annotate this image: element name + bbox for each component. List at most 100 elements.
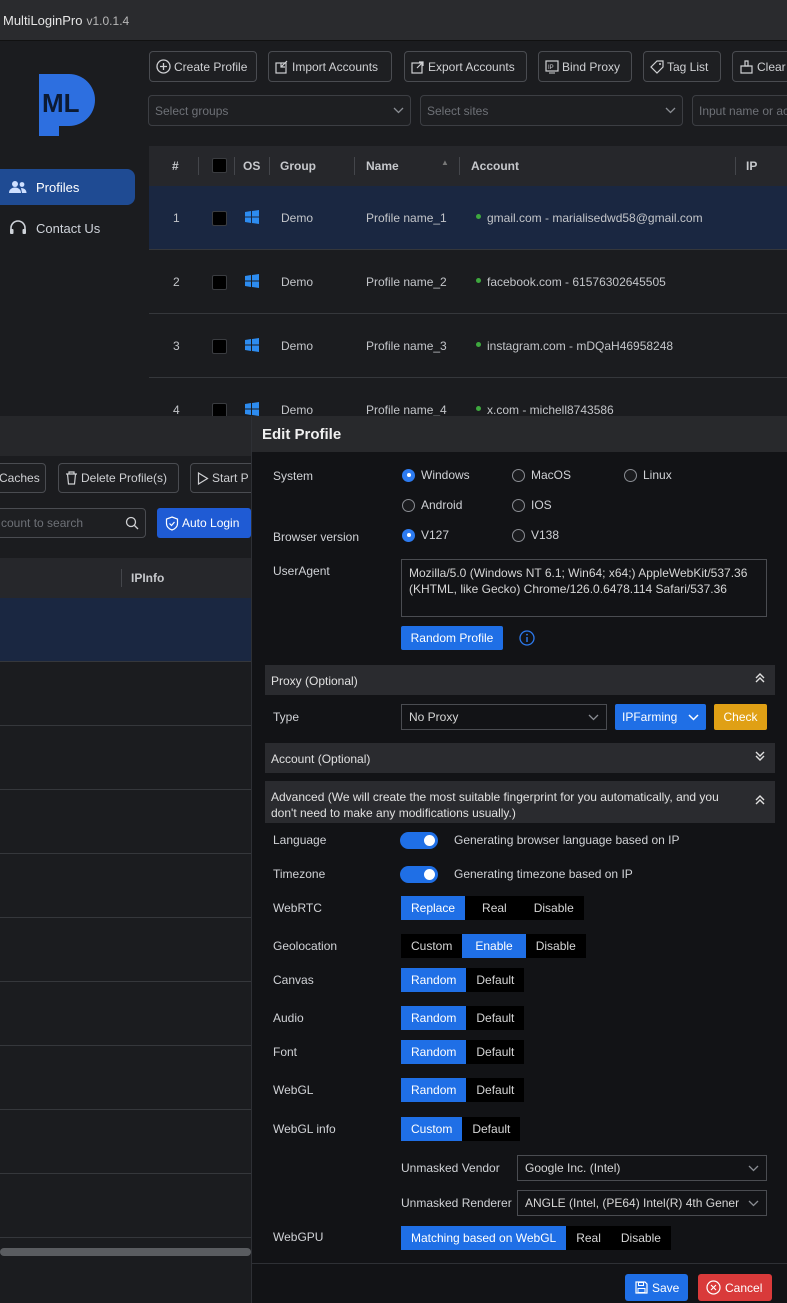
table-row[interactable]: 4 Demo Profile name_4 x.com - michell874…	[149, 378, 787, 416]
clear-button[interactable]: Clear	[732, 51, 787, 82]
cancel-button[interactable]: Cancel	[698, 1274, 772, 1301]
account-section-header[interactable]: Account (Optional)	[265, 743, 775, 773]
table-row[interactable]	[0, 598, 251, 662]
canvas-option-default[interactable]: Default	[466, 968, 525, 992]
webgl-option-default[interactable]: Default	[466, 1078, 525, 1102]
geolocation-option-custom[interactable]: Custom	[401, 934, 463, 958]
language-toggle[interactable]	[400, 832, 438, 849]
table-row[interactable]	[0, 726, 251, 790]
unmasked-renderer-select[interactable]: ANGLE (Intel, (PE64) Intel(R) 4th Gener	[517, 1190, 767, 1216]
webgl-info-option-custom[interactable]: Custom	[401, 1117, 463, 1141]
header-name[interactable]: Name	[366, 159, 399, 173]
windows-icon	[245, 210, 259, 224]
webrtc-segmented: Replace Real Disable	[401, 896, 584, 920]
table-row[interactable]	[0, 1110, 251, 1174]
sort-icon[interactable]: ▲	[441, 158, 449, 167]
row-checkbox[interactable]	[212, 275, 227, 290]
row-checkbox[interactable]	[212, 211, 227, 226]
table-row[interactable]: 1 Demo Profile name_1 gmail.com - marial…	[149, 186, 787, 250]
row-checkbox[interactable]	[212, 339, 227, 354]
browser-radio-v127[interactable]: V127	[402, 528, 449, 542]
advanced-section-title: Advanced (We will create the most suitab…	[271, 790, 719, 820]
chevron-down-icon	[665, 107, 676, 114]
account-search-input[interactable]: count to search	[0, 508, 146, 538]
row-name: Profile name_4	[366, 403, 447, 416]
geolocation-option-disable[interactable]: Disable	[525, 934, 586, 958]
name-search-input[interactable]: Input name or ac	[692, 95, 787, 126]
webgpu-option-matching[interactable]: Matching based on WebGL	[401, 1226, 567, 1250]
advanced-section-header[interactable]: Advanced (We will create the most suitab…	[265, 781, 775, 823]
webgl-segmented: Random Default	[401, 1078, 525, 1102]
table-row[interactable]	[0, 918, 251, 982]
table-row[interactable]	[0, 982, 251, 1046]
edit-profile-dialog: Edit Profile System Windows MacOS Linux …	[251, 416, 787, 1303]
play-icon	[197, 471, 209, 485]
tag-list-button[interactable]: Tag List	[643, 51, 721, 82]
webgl-label: WebGL	[273, 1083, 314, 1097]
audio-option-default[interactable]: Default	[466, 1006, 525, 1030]
geolocation-option-enable[interactable]: Enable	[462, 934, 526, 958]
webrtc-option-disable[interactable]: Disable	[523, 896, 584, 920]
font-option-default[interactable]: Default	[466, 1040, 525, 1064]
table-row[interactable]	[0, 1174, 251, 1238]
radio-dot	[512, 498, 525, 512]
os-radio-ios[interactable]: IOS	[512, 498, 552, 512]
proxy-type-select[interactable]: No Proxy	[401, 704, 607, 730]
create-profile-button[interactable]: Create Profile	[149, 51, 257, 82]
os-radio-windows[interactable]: Windows	[402, 468, 470, 482]
random-profile-button[interactable]: Random Profile	[401, 626, 503, 650]
canvas-option-random[interactable]: Random	[401, 968, 467, 992]
row-group: Demo	[281, 275, 314, 289]
auto-login-button[interactable]: Auto Login	[157, 508, 251, 538]
row-checkbox[interactable]	[212, 403, 227, 416]
timezone-toggle[interactable]	[400, 866, 438, 883]
horizontal-scrollbar[interactable]	[0, 1248, 251, 1256]
os-radio-linux[interactable]: Linux	[624, 468, 672, 482]
second-window: Caches Delete Profile(s) Start P count t…	[0, 416, 251, 1303]
webgpu-option-real[interactable]: Real	[566, 1226, 611, 1250]
table-row[interactable]: 2 Demo Profile name_2 facebook.com - 615…	[149, 250, 787, 314]
sidebar-item-profiles[interactable]: Profiles	[0, 169, 135, 205]
table-row[interactable]	[0, 790, 251, 854]
useragent-textarea[interactable]: Mozilla/5.0 (Windows NT 6.1; Win64; x64;…	[401, 559, 767, 617]
audio-option-random[interactable]: Random	[401, 1006, 467, 1030]
auto-login-label: Auto Login	[182, 516, 240, 530]
font-option-random[interactable]: Random	[401, 1040, 467, 1064]
os-option-label: MacOS	[531, 468, 572, 482]
start-profile-button[interactable]: Start P	[190, 463, 251, 493]
delete-profiles-button[interactable]: Delete Profile(s)	[58, 463, 179, 493]
import-accounts-button[interactable]: Import Accounts	[268, 51, 392, 82]
export-accounts-button[interactable]: Export Accounts	[404, 51, 527, 82]
webgl-option-random[interactable]: Random	[401, 1078, 467, 1102]
check-proxy-button[interactable]: Check	[714, 704, 767, 730]
webrtc-option-real[interactable]: Real	[465, 896, 524, 920]
useragent-label: UserAgent	[273, 564, 330, 578]
webgl-info-option-default[interactable]: Default	[462, 1117, 521, 1141]
table-row[interactable]	[0, 1046, 251, 1110]
save-button[interactable]: Save	[625, 1274, 688, 1301]
table-row[interactable]: 3 Demo Profile name_3 instagram.com - mD…	[149, 314, 787, 378]
browser-radio-v138[interactable]: V138	[512, 528, 559, 542]
sites-select[interactable]: Select sites	[420, 95, 683, 126]
clear-caches-button[interactable]: Caches	[0, 463, 46, 493]
bind-proxy-button[interactable]: IP Bind Proxy	[538, 51, 632, 82]
sidebar-item-contact[interactable]: Contact Us	[0, 210, 135, 246]
webgpu-option-disable[interactable]: Disable	[610, 1226, 671, 1250]
unmasked-vendor-select[interactable]: Google Inc. (Intel)	[517, 1155, 767, 1181]
radio-dot	[402, 498, 415, 512]
table-row[interactable]	[0, 854, 251, 918]
select-all-checkbox[interactable]	[212, 158, 227, 173]
info-icon[interactable]	[519, 630, 535, 646]
os-radio-macos[interactable]: MacOS	[512, 468, 571, 482]
groups-select[interactable]: Select groups	[148, 95, 411, 126]
proxy-type-label: Type	[273, 710, 300, 724]
proxy-section-header[interactable]: Proxy (Optional)	[265, 665, 775, 695]
os-option-label: IOS	[531, 498, 552, 512]
language-description: Generating browser language based on IP	[454, 833, 680, 847]
webrtc-option-replace[interactable]: Replace	[401, 896, 466, 920]
ipfarming-label: IPFarming	[622, 710, 678, 724]
table-row[interactable]	[0, 662, 251, 726]
chevron-double-up-icon	[755, 673, 765, 683]
os-radio-android[interactable]: Android	[402, 498, 462, 512]
ipfarming-dropdown[interactable]: IPFarming	[615, 704, 706, 730]
